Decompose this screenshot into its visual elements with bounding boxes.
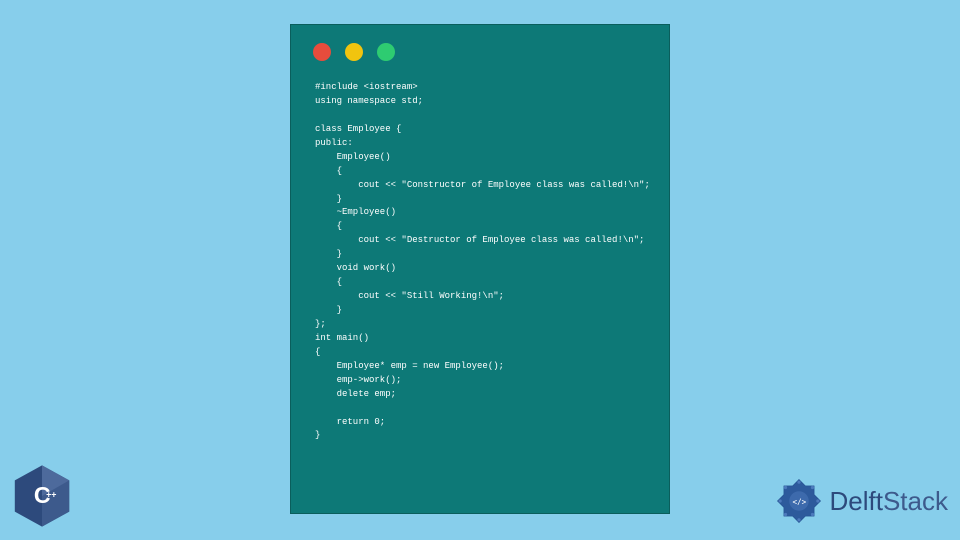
maximize-icon <box>377 43 395 61</box>
close-icon <box>313 43 331 61</box>
cpp-logo-icon: C ++ <box>8 462 86 540</box>
window-controls <box>291 25 669 69</box>
delftstack-logo: </> DelftStack <box>772 474 949 528</box>
minimize-icon <box>345 43 363 61</box>
svg-text:</>: </> <box>792 497 806 506</box>
delftstack-icon: </> <box>772 474 826 528</box>
code-block: #include <iostream> using namespace std;… <box>291 69 669 455</box>
delft-label: Delft <box>830 486 883 517</box>
svg-text:++: ++ <box>46 489 56 499</box>
code-window: #include <iostream> using namespace std;… <box>290 24 670 514</box>
delftstack-text: DelftStack <box>830 486 949 517</box>
stack-label: Stack <box>883 486 948 517</box>
